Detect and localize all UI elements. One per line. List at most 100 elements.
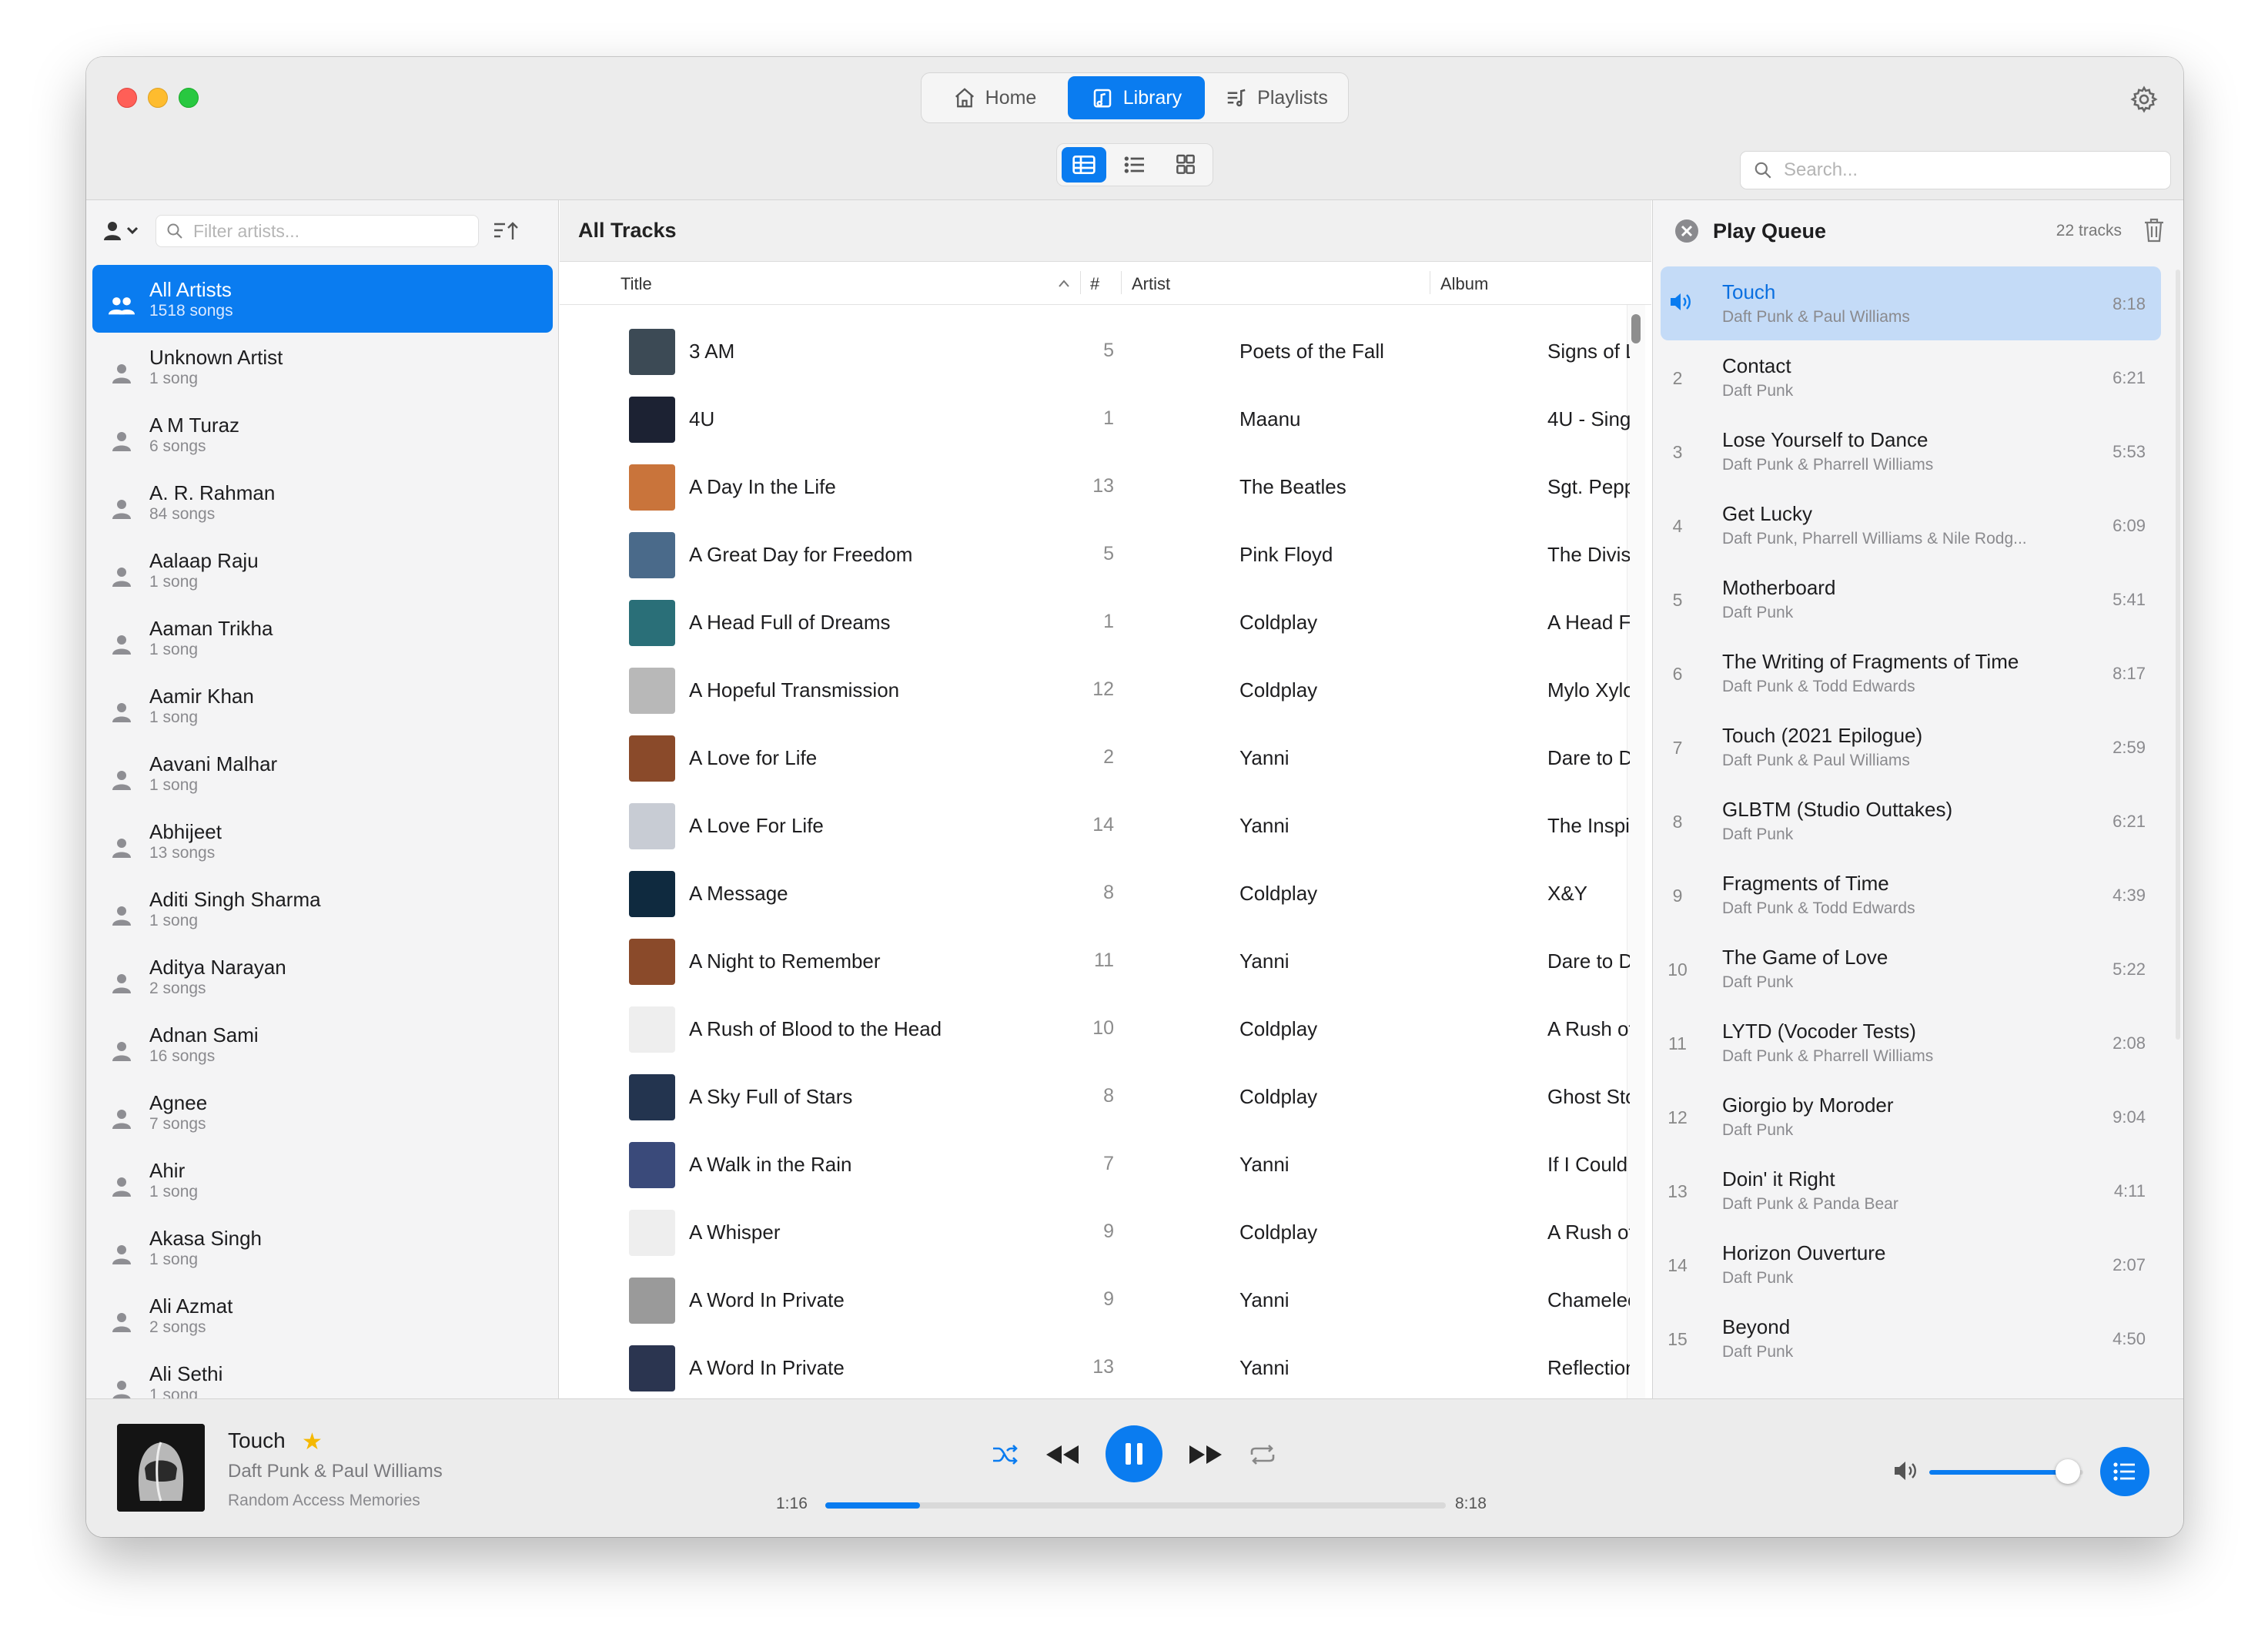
column-header-number[interactable]: # bbox=[1090, 274, 1099, 294]
tracks-scrollbar-thumb[interactable] bbox=[1631, 314, 1641, 343]
artist-row[interactable]: Abhijeet 13 songs bbox=[92, 807, 553, 875]
artist-row[interactable]: Ali Azmat 2 songs bbox=[92, 1281, 553, 1349]
close-window-button[interactable] bbox=[117, 88, 137, 108]
clear-queue-trash-icon[interactable] bbox=[2143, 217, 2165, 243]
now-playing-artist[interactable]: Daft Punk & Paul Williams bbox=[228, 1461, 443, 1482]
column-header-title[interactable]: Title bbox=[621, 274, 652, 294]
artist-row[interactable]: Aaman Trikha 1 song bbox=[92, 604, 553, 671]
artist-row[interactable]: Aamir Khan 1 song bbox=[92, 671, 553, 739]
volume-slider[interactable] bbox=[1929, 1459, 2083, 1484]
artist-row[interactable]: All Artists 1518 songs bbox=[92, 265, 553, 333]
track-row[interactable]: A Sky Full of Stars 8 Coldplay Ghost Storie… bbox=[560, 1063, 1630, 1131]
track-row[interactable]: A Love for Life 2 Yanni Dare to Dream bbox=[560, 725, 1630, 792]
settings-gear-icon[interactable] bbox=[2129, 85, 2159, 114]
previous-track-button[interactable] bbox=[1042, 1438, 1082, 1472]
queue-item[interactable]: 14 Horizon Ouverture Daft Punk 2:07 bbox=[1661, 1227, 2161, 1301]
track-row[interactable]: A Rush of Blood to the Head 10 Coldplay A R… bbox=[560, 996, 1630, 1063]
queue-item[interactable]: 3 Lose Yourself to Dance Daft Punk & Pharr… bbox=[1661, 414, 2161, 488]
search-input[interactable] bbox=[1784, 159, 2153, 181]
list-view-button[interactable] bbox=[1112, 147, 1157, 183]
artist-name: Aditi Singh Sharma bbox=[149, 888, 321, 911]
track-row[interactable]: 3 AM 5 Poets of the Fall Signs of Life bbox=[560, 318, 1630, 386]
queue-item-title: Lose Yourself to Dance bbox=[1722, 428, 1928, 451]
track-table-header: Title # Artist Album bbox=[560, 262, 1651, 305]
queue-item[interactable]: 9 Fragments of Time Daft Punk & Todd Edwar… bbox=[1661, 858, 2161, 932]
artist-row[interactable]: Ali Sethi 1 song bbox=[92, 1349, 553, 1398]
queue-item[interactable]: 13 Doin' it Right Daft Punk & Panda Bear 4:… bbox=[1661, 1154, 2161, 1227]
track-row[interactable]: A Head Full of Dreams 1 Coldplay A Head Ful… bbox=[560, 589, 1630, 657]
sort-icon[interactable] bbox=[493, 219, 520, 243]
artist-row[interactable]: A M Turaz 6 songs bbox=[92, 400, 553, 468]
volume-slider-knob[interactable] bbox=[2056, 1459, 2080, 1484]
zoom-window-button[interactable] bbox=[179, 88, 199, 108]
queue-item[interactable]: 4 Get Lucky Daft Punk, Pharrell Williams &… bbox=[1661, 488, 2161, 562]
grid-view-button[interactable] bbox=[1163, 147, 1208, 183]
artist-row[interactable]: Aditya Narayan 2 songs bbox=[92, 943, 553, 1010]
track-row[interactable]: A Great Day for Freedom 5 Pink Floyd The Di… bbox=[560, 521, 1630, 589]
queue-scrollbar[interactable] bbox=[2176, 270, 2180, 1040]
track-album: The Inspiring Journey bbox=[1547, 814, 1630, 837]
close-queue-icon[interactable] bbox=[1674, 219, 1699, 243]
toggle-queue-button[interactable] bbox=[2100, 1447, 2149, 1496]
table-view-icon bbox=[1072, 156, 1096, 174]
artist-song-count: 1 song bbox=[149, 641, 199, 658]
table-view-button[interactable] bbox=[1062, 147, 1106, 183]
next-track-button[interactable] bbox=[1186, 1438, 1226, 1472]
play-pause-button[interactable] bbox=[1106, 1425, 1162, 1482]
minimize-window-button[interactable] bbox=[148, 88, 168, 108]
star-icon[interactable]: ★ bbox=[302, 1428, 323, 1455]
column-header-artist[interactable]: Artist bbox=[1132, 274, 1170, 294]
tab-playlists[interactable]: Playlists bbox=[1209, 76, 1343, 119]
queue-item-duration: 8:18 bbox=[2112, 294, 2146, 313]
artist-row[interactable]: Akasa Singh 1 song bbox=[92, 1214, 553, 1281]
person-icon bbox=[108, 1034, 135, 1062]
queue-item[interactable]: 12 Giorgio by Moroder Daft Punk 9:04 bbox=[1661, 1080, 2161, 1154]
queue-item-current[interactable]: Touch Daft Punk & Paul Williams 8:18 bbox=[1661, 266, 2161, 340]
queue-item-title: LYTD (Vocoder Tests) bbox=[1722, 1020, 1916, 1043]
queue-item[interactable]: 10 The Game of Love Daft Punk 5:22 bbox=[1661, 932, 2161, 1006]
track-row[interactable]: A Word In Private 13 Yanni Reflections Of P… bbox=[560, 1335, 1630, 1398]
queue-item[interactable]: 7 Touch (2021 Epilogue) Daft Punk & Paul W… bbox=[1661, 710, 2161, 784]
track-row[interactable]: A Night to Remember 11 Yanni Dare to Dream bbox=[560, 928, 1630, 996]
now-playing-bar: Touch ★ Daft Punk & Paul Williams Random… bbox=[86, 1398, 2183, 1537]
artist-filter-field[interactable] bbox=[156, 215, 479, 247]
now-playing-album-art[interactable] bbox=[117, 1424, 205, 1512]
queue-item[interactable]: 11 LYTD (Vocoder Tests) Daft Punk & Pharre… bbox=[1661, 1006, 2161, 1080]
artist-row[interactable]: Adnan Sami 16 songs bbox=[92, 1010, 553, 1078]
track-row[interactable]: A Word In Private 9 Yanni Chameleon Days bbox=[560, 1267, 1630, 1335]
shuffle-button[interactable] bbox=[990, 1439, 1021, 1470]
queue-item[interactable]: 8 GLBTM (Studio Outtakes) Daft Punk 6:21 bbox=[1661, 784, 2161, 858]
artist-row[interactable]: Agnee 7 songs bbox=[92, 1078, 553, 1146]
track-row[interactable]: A Hopeful Transmission 12 Coldplay Mylo Xyl… bbox=[560, 657, 1630, 725]
artist-row[interactable]: Unknown Artist 1 song bbox=[92, 333, 553, 400]
column-divider[interactable] bbox=[1080, 271, 1081, 294]
queue-item[interactable]: 6 The Writing of Fragments of Time Daft Pu… bbox=[1661, 636, 2161, 710]
column-header-album[interactable]: Album bbox=[1440, 274, 1488, 294]
artist-row[interactable]: Aditi Singh Sharma 1 song bbox=[92, 875, 553, 943]
repeat-button[interactable] bbox=[1247, 1439, 1278, 1470]
track-row[interactable]: A Message 8 Coldplay X&Y bbox=[560, 860, 1630, 928]
artist-filter-menu-icon[interactable] bbox=[102, 219, 142, 243]
queue-item[interactable]: 15 Beyond Daft Punk 4:50 bbox=[1661, 1301, 2161, 1375]
column-divider[interactable] bbox=[1121, 271, 1122, 294]
now-playing-album[interactable]: Random Access Memories bbox=[228, 1492, 420, 1510]
track-row[interactable]: 4U 1 Maanu 4U - Single bbox=[560, 386, 1630, 454]
tab-home[interactable]: Home bbox=[926, 76, 1063, 119]
sort-ascending-chevron-icon[interactable] bbox=[1057, 279, 1071, 288]
artist-filter-input[interactable] bbox=[193, 220, 470, 242]
queue-item-title: Motherboard bbox=[1722, 576, 1836, 599]
artist-row[interactable]: Aavani Malhar 1 song bbox=[92, 739, 553, 807]
search-field[interactable] bbox=[1740, 151, 2171, 189]
volume-speaker-icon[interactable] bbox=[1892, 1459, 1920, 1482]
queue-item[interactable]: 5 Motherboard Daft Punk 5:41 bbox=[1661, 562, 2161, 636]
queue-item[interactable]: 2 Contact Daft Punk 6:21 bbox=[1661, 340, 2161, 414]
artist-row[interactable]: Aalaap Raju 1 song bbox=[92, 536, 553, 604]
playback-progress-bar[interactable] bbox=[825, 1502, 1446, 1509]
track-row[interactable]: A Day In the Life 13 The Beatles Sgt. Peppe… bbox=[560, 454, 1630, 521]
artist-row[interactable]: Ahir 1 song bbox=[92, 1146, 553, 1214]
track-row[interactable]: A Love For Life 14 Yanni The Inspiring Jour… bbox=[560, 792, 1630, 860]
tab-library[interactable]: Library bbox=[1067, 76, 1205, 119]
track-row[interactable]: A Walk in the Rain 7 Yanni If I Could Tell … bbox=[560, 1131, 1630, 1199]
artist-row[interactable]: A. R. Rahman 84 songs bbox=[92, 468, 553, 536]
track-row[interactable]: A Whisper 9 Coldplay A Rush of Blood to the… bbox=[560, 1199, 1630, 1267]
